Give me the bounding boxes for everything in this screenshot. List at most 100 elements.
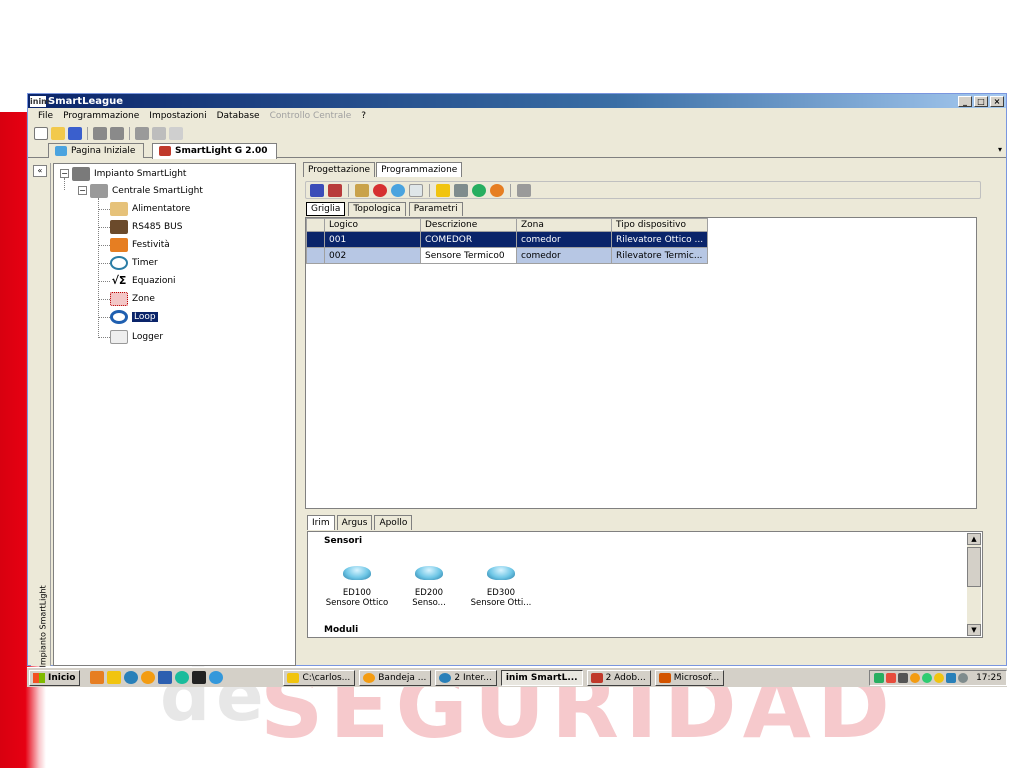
cell-tipo[interactable]: Rilevatore Ottico ... — [611, 231, 708, 248]
start-button[interactable]: Inicio — [29, 669, 81, 686]
minimize-button[interactable]: _ — [958, 95, 972, 107]
device-ed100[interactable]: ED100 Sensore Ottico — [318, 566, 396, 608]
taskbar-button-ie[interactable]: 2 Inter... — [435, 669, 497, 686]
ie-icon[interactable] — [124, 671, 139, 684]
device-ed300[interactable]: ED300 Sensore Otti... — [462, 566, 540, 608]
device-ed200[interactable]: ED200 Senso... — [390, 566, 468, 608]
new-file-icon[interactable] — [34, 126, 48, 140]
tab-parametri[interactable]: Parametri — [408, 202, 463, 216]
sync-icon[interactable] — [958, 672, 969, 683]
refresh-icon[interactable] — [391, 183, 405, 197]
collapse-node-icon[interactable]: − — [78, 186, 87, 195]
target-icon[interactable] — [490, 183, 504, 197]
close-button[interactable]: × — [990, 95, 1004, 107]
title-bar[interactable]: inim SmartLeague _ □ × — [28, 94, 1006, 108]
row-selector[interactable] — [306, 247, 325, 264]
taskbar-button-smartleague[interactable]: inim SmartL... — [500, 669, 583, 686]
display-icon[interactable] — [946, 672, 957, 683]
write-panel-icon[interactable] — [328, 183, 342, 197]
maximize-button[interactable]: □ — [974, 95, 988, 107]
column-header-descrizione[interactable]: Descrizione — [420, 218, 517, 232]
cell-descrizione[interactable]: Sensore Termico0 — [420, 247, 517, 264]
menu-impostazioni[interactable]: Impostazioni — [149, 111, 206, 121]
network-icon[interactable] — [152, 126, 166, 140]
tree-item-timer[interactable]: Timer — [110, 255, 158, 271]
tree-item-loop[interactable]: Loop — [110, 309, 158, 325]
scroll-up-icon[interactable]: ▲ — [967, 533, 981, 545]
wand-icon[interactable] — [436, 183, 450, 197]
column-header-tipo[interactable]: Tipo dispositivo — [611, 218, 708, 232]
menu-programmazione[interactable]: Programmazione — [63, 111, 139, 121]
blank-icon[interactable] — [409, 183, 423, 197]
taskbar-button-explorer[interactable]: C:\carlos... — [283, 669, 356, 686]
word-icon[interactable] — [158, 671, 173, 684]
download-icon[interactable] — [110, 126, 124, 140]
tab-apollo[interactable]: Apollo — [374, 515, 413, 530]
media-player-icon[interactable] — [209, 671, 224, 684]
menu-help[interactable]: ? — [361, 111, 366, 121]
open-folder-icon[interactable] — [51, 126, 65, 140]
cell-zona[interactable]: comedor — [516, 247, 612, 264]
taskbar-button-powerpoint[interactable]: Microsof... — [654, 669, 725, 686]
tab-pagina-iniziale[interactable]: Pagina Iniziale — [48, 143, 145, 158]
tab-argus[interactable]: Argus — [336, 515, 373, 530]
clock[interactable]: 17:25 — [976, 673, 1002, 683]
outlook-icon[interactable] — [141, 671, 156, 684]
tree-item-alimentatore[interactable]: Alimentatore — [110, 201, 190, 217]
menu-controllo-centrale[interactable]: Controllo Centrale — [270, 111, 352, 121]
tab-smartlight[interactable]: SmartLight G 2.00 — [152, 143, 277, 159]
settings-dropdown-icon[interactable] — [454, 183, 468, 197]
table-row[interactable]: 001 COMEDOR comedor Rilevatore Ottico ..… — [306, 231, 708, 248]
messenger-icon[interactable] — [922, 672, 933, 683]
collapse-button[interactable]: « — [33, 165, 47, 177]
column-header-zona[interactable]: Zona — [516, 218, 612, 232]
read-panel-icon[interactable] — [310, 183, 324, 197]
library-scrollbar[interactable]: ▲ ▼ — [967, 533, 981, 636]
tree-item-logger[interactable]: Logger — [110, 329, 163, 345]
tree-item-zone[interactable]: Zone — [110, 291, 155, 307]
quicklaunch-app-icon[interactable] — [90, 671, 105, 684]
collapse-node-icon[interactable]: − — [60, 169, 69, 178]
add-device-icon[interactable] — [355, 183, 369, 197]
chevron-down-icon[interactable]: ▾ — [998, 145, 1002, 154]
cell-logico[interactable]: 002 — [324, 247, 421, 264]
upload-icon[interactable] — [93, 126, 107, 140]
scroll-down-icon[interactable]: ▼ — [967, 624, 981, 636]
menu-file[interactable]: File — [38, 111, 53, 121]
table-row[interactable]: 002 Sensore Termico0 comedor Rilevatore … — [306, 247, 708, 264]
taskbar-button-outlook[interactable]: Bandeja ... — [359, 669, 432, 686]
network-icon[interactable] — [175, 671, 190, 684]
security-shield-icon[interactable] — [934, 672, 945, 683]
minus-icon[interactable] — [169, 126, 183, 140]
tab-topologica[interactable]: Topologica — [348, 202, 406, 216]
command-prompt-icon[interactable] — [192, 671, 207, 684]
save-icon[interactable] — [68, 126, 82, 140]
globe-icon[interactable] — [472, 183, 486, 197]
tree-item-festivita[interactable]: Festività — [110, 237, 170, 253]
tab-griglia[interactable]: Griglia — [306, 202, 346, 216]
tree-item-rs485[interactable]: RS485 BUS — [110, 219, 182, 235]
antivirus-icon[interactable] — [874, 672, 885, 683]
volume-icon[interactable] — [898, 672, 909, 683]
cell-zona[interactable]: comedor — [516, 231, 612, 248]
menu-database[interactable]: Database — [217, 111, 260, 121]
tab-programmazione[interactable]: Programmazione — [376, 162, 463, 177]
network-status-icon[interactable] — [886, 672, 897, 683]
cell-descrizione[interactable]: COMEDOR — [420, 231, 517, 248]
row-selector[interactable] — [306, 231, 325, 248]
column-header-logico[interactable]: Logico — [324, 218, 421, 232]
cell-tipo[interactable]: Rilevatore Termic... — [611, 247, 708, 264]
print-icon[interactable] — [135, 126, 149, 140]
tree-node-root[interactable]: Impianto SmartLight — [72, 166, 186, 182]
tree-item-equazioni[interactable]: √Σ Equazioni — [110, 273, 176, 289]
taskbar-button-adobe[interactable]: 2 Adob... — [586, 669, 651, 686]
tab-irim[interactable]: Irim — [307, 515, 335, 530]
print-icon[interactable] — [517, 183, 531, 197]
folder-icon[interactable] — [107, 671, 122, 684]
update-icon[interactable] — [910, 672, 921, 683]
delete-icon[interactable] — [373, 183, 387, 197]
tree-node-central[interactable]: Centrale SmartLight — [90, 183, 203, 199]
tab-progettazione[interactable]: Progettazione — [303, 162, 376, 177]
cell-logico[interactable]: 001 — [324, 231, 421, 248]
scroll-thumb[interactable] — [967, 547, 981, 587]
